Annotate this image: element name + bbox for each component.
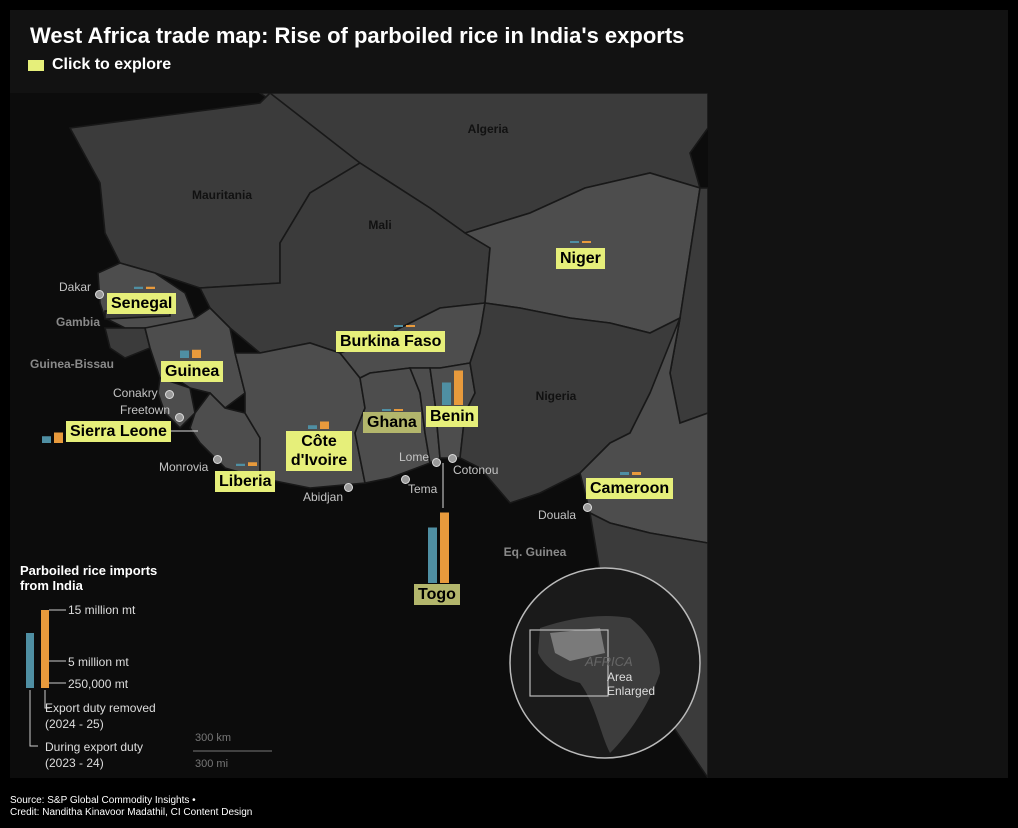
country-label-niger[interactable]: Niger [556,248,605,269]
label-nigeria: Nigeria [536,389,577,403]
bar-liberia-during-duty [236,463,245,466]
city-dot-conakry [165,390,174,399]
bar-benin-duty-removed [454,370,463,405]
inset-africa-label: AFRICA [584,654,633,669]
city-douala: Douala [538,508,577,522]
bar-senegal-duty-removed [146,286,155,289]
bar-cote_divoire-during-duty [308,425,317,429]
legend-bar-during-duty [26,633,34,688]
bar-ghana-during-duty [382,409,391,411]
bar-togo-during-duty [428,527,437,583]
country-label-senegal[interactable]: Senegal [107,293,177,314]
bar-niger-during-duty [570,241,579,243]
legend-title-line2: from India [20,578,83,593]
country-label-benin[interactable]: Benin [426,406,479,427]
country-label-togo[interactable]: Togo [414,584,460,605]
city-conakry: Conakry [113,386,158,400]
legend-title: Parboiled rice imports from India [20,563,157,593]
country-label-liberia[interactable]: Liberia [215,471,276,492]
legend-bar-duty-removed [41,610,49,688]
label-mauritania: Mauritania [192,188,252,202]
footer: Source: S&P Global Commodity Insights • … [10,795,252,819]
scale-km: 300 km [195,732,231,744]
click-to-explore-label: Click to explore [52,56,172,73]
bar-guinea-duty-removed [192,349,201,358]
bar-guinea-during-duty [180,350,189,358]
city-dot-freetown [175,413,184,422]
legend-duty-removed: Export duty removed (2024 - 25) [45,700,156,732]
city-dot-cotonou [448,454,457,463]
legend-tick-mid: 5 million mt [68,655,129,669]
inset-area-line1: Area [607,670,633,684]
bar-cameroon-duty-removed [632,472,641,475]
bar-liberia-duty-removed [248,462,257,466]
footer-source: Source: S&P Global Commodity Insights • [10,795,196,806]
bar-niger-duty-removed [582,241,591,243]
bar-cameroon-during-duty [620,472,629,475]
city-cotonou: Cotonou [453,463,499,477]
city-freetown: Freetown [120,403,171,417]
country-label-burkina-faso[interactable]: Burkina Faso [336,331,446,352]
city-lome: Lome [399,450,430,464]
country-label-cameroon[interactable]: Cameroon [586,478,674,499]
city-dot-monrovia [213,455,222,464]
country-label-sierra-leone[interactable]: Sierra Leone [66,421,171,442]
country-label-guinea[interactable]: Guinea [161,361,224,382]
inset-area-line2: Enlarged [607,684,655,698]
label-mali: Mali [368,218,391,232]
city-monrovia: Monrovia [159,460,209,474]
bar-benin-during-duty [442,382,451,405]
legend-tick-high: 15 million mt [68,603,136,617]
label-gambia: Gambia [56,315,100,329]
label-guinea-bissau: Guinea-Bissau [30,357,114,371]
legend-tick-low: 250,000 mt [68,677,129,691]
city-dot-lome [432,458,441,467]
legend-during-duty-line1: During export duty [45,740,144,754]
inset-globe: AFRICA Area Enlarged [509,567,701,759]
legend-title-line1: Parboiled rice imports [20,563,158,578]
scale-mi: 300 mi [195,758,228,770]
bar-ghana-duty-removed [394,409,403,411]
city-dot-douala [583,503,592,512]
legend-duty-removed-line1: Export duty removed [45,701,156,715]
city-abidjan: Abidjan [303,490,344,504]
click-to-explore-button[interactable]: Click to explore [28,55,171,75]
city-dakar: Dakar [59,280,92,294]
label-algeria: Algeria [468,122,509,136]
bar-sierra_leone-during-duty [42,436,51,443]
city-tema: Tema [408,482,438,496]
highlight-swatch-icon [28,59,44,71]
bar-senegal-during-duty [134,286,143,289]
label-eq-guinea: Eq. Guinea [504,545,567,559]
page-title: West Africa trade map: Rise of parboiled… [30,23,685,48]
legend-during-duty-line2: (2023 - 24) [45,756,104,770]
country-label-cote-divoire[interactable]: Côte d'Ivoire [286,431,352,471]
city-dot-abidjan [344,483,353,492]
bar-burkina_faso-during-duty [394,325,403,327]
bar-sierra_leone-duty-removed [54,432,63,443]
footer-credit: Credit: Nanditha Kinavoor Madathil, CI C… [10,807,253,818]
bar-burkina_faso-duty-removed [406,325,415,327]
country-label-ghana[interactable]: Ghana [363,412,421,433]
legend-during-duty: During export duty (2023 - 24) [45,739,143,771]
legend-duty-removed-line2: (2024 - 25) [45,717,104,731]
bar-cote_divoire-duty-removed [320,421,329,429]
bar-togo-duty-removed [440,512,449,583]
city-dot-dakar [95,290,104,299]
